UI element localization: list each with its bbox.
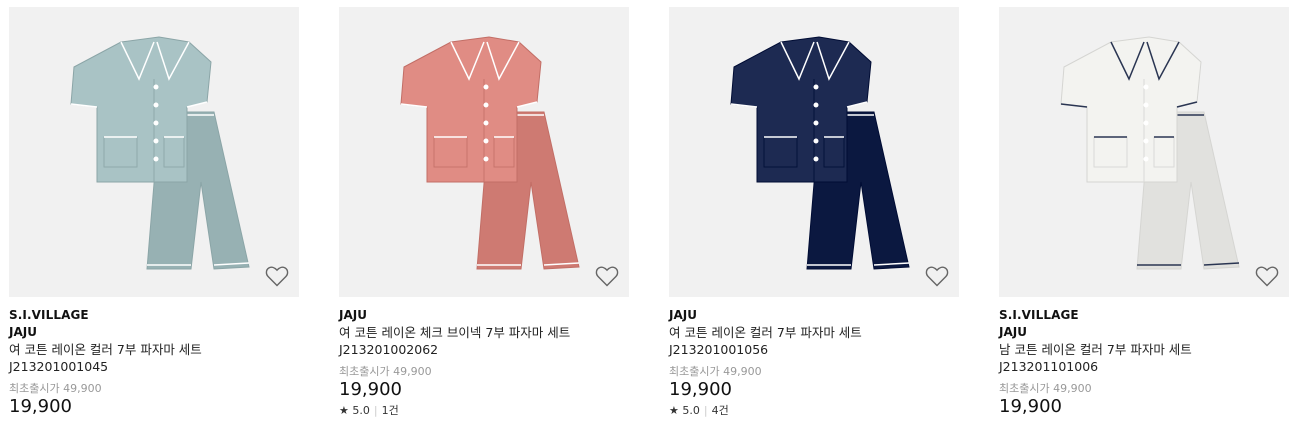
button-dot	[1143, 120, 1149, 126]
product-code: J213201001056	[669, 342, 769, 357]
brand-name[interactable]: JAJU	[999, 324, 1289, 341]
pajama-image	[1060, 36, 1240, 270]
button-dot	[153, 102, 159, 108]
heart-outline-icon[interactable]	[925, 265, 949, 287]
product-image[interactable]	[339, 7, 629, 297]
product-name[interactable]: 여 코튼 레이온 컬러 7부 파자마 세트	[9, 341, 299, 359]
product-image[interactable]	[999, 7, 1289, 297]
review-count[interactable]: 1건	[382, 404, 399, 417]
product-name[interactable]: 남 코튼 레이온 컬러 7부 파자마 세트	[999, 341, 1289, 359]
heart-outline-icon[interactable]	[1255, 265, 1279, 287]
sale-price: 19,900	[339, 379, 402, 400]
button-dot	[1143, 102, 1149, 108]
brand-name[interactable]: JAJU	[9, 324, 299, 341]
button-dot	[813, 84, 819, 90]
brand-name[interactable]: JAJU	[339, 307, 629, 324]
heart-outline-icon[interactable]	[595, 265, 619, 287]
heart-outline-icon[interactable]	[265, 265, 289, 287]
button-dot	[1143, 84, 1149, 90]
button-dot	[483, 84, 489, 90]
button-dot	[1143, 138, 1149, 144]
button-dot	[813, 138, 819, 144]
divider: |	[703, 404, 708, 417]
button-dot	[153, 84, 159, 90]
button-dot	[483, 102, 489, 108]
sale-price: 19,900	[9, 396, 72, 417]
product-card[interactable]: JAJU 여 코튼 레이온 컬러 7부 파자마 세트 J213201001056…	[669, 7, 959, 418]
pajama-image	[70, 36, 250, 270]
sale-price: 19,900	[999, 396, 1062, 417]
product-code: J213201001045	[9, 359, 109, 374]
rating: ★ 5.0 | 1건	[339, 404, 629, 418]
button-dot	[1143, 156, 1149, 162]
rating: ★ 5.0 | 4건	[669, 404, 959, 418]
divider: |	[373, 404, 378, 417]
product-card[interactable]: S.I.VILLAGE JAJU 여 코튼 레이온 컬러 7부 파자마 세트 J…	[9, 7, 299, 418]
button-dot	[813, 156, 819, 162]
review-count[interactable]: 4건	[712, 404, 729, 417]
product-card[interactable]: JAJU 여 코튼 레이온 체크 브이넥 7부 파자마 세트 J21320100…	[339, 7, 629, 418]
pajama-image	[730, 36, 910, 270]
rating-score: ★ 5.0	[339, 404, 370, 417]
product-code: J213201002062	[339, 342, 439, 357]
product-name[interactable]: 여 코튼 레이온 컬러 7부 파자마 세트	[669, 324, 959, 342]
brand-label: S.I.VILLAGE	[999, 308, 1079, 322]
original-price: 최초출시가 49,900	[9, 382, 102, 395]
original-price: 최초출시가 49,900	[669, 365, 762, 378]
product-image[interactable]	[669, 7, 959, 297]
button-dot	[483, 120, 489, 126]
brand-name[interactable]: JAJU	[669, 307, 959, 324]
button-dot	[483, 138, 489, 144]
product-name[interactable]: 여 코튼 레이온 체크 브이넥 7부 파자마 세트	[339, 324, 629, 342]
button-dot	[153, 156, 159, 162]
original-price: 최초출시가 49,900	[339, 365, 432, 378]
button-dot	[483, 156, 489, 162]
original-price: 최초출시가 49,900	[999, 382, 1092, 395]
button-dot	[813, 102, 819, 108]
product-image[interactable]	[9, 7, 299, 297]
brand-label: S.I.VILLAGE	[9, 308, 89, 322]
button-dot	[153, 138, 159, 144]
product-card[interactable]: S.I.VILLAGE JAJU 남 코튼 레이온 컬러 7부 파자마 세트 J…	[999, 7, 1289, 418]
product-grid: S.I.VILLAGE JAJU 여 코튼 레이온 컬러 7부 파자마 세트 J…	[0, 0, 1289, 438]
pajama-image	[400, 36, 580, 270]
sale-price: 19,900	[669, 379, 732, 400]
product-code: J213201101006	[999, 359, 1099, 374]
button-dot	[153, 120, 159, 126]
rating-score: ★ 5.0	[669, 404, 700, 417]
button-dot	[813, 120, 819, 126]
